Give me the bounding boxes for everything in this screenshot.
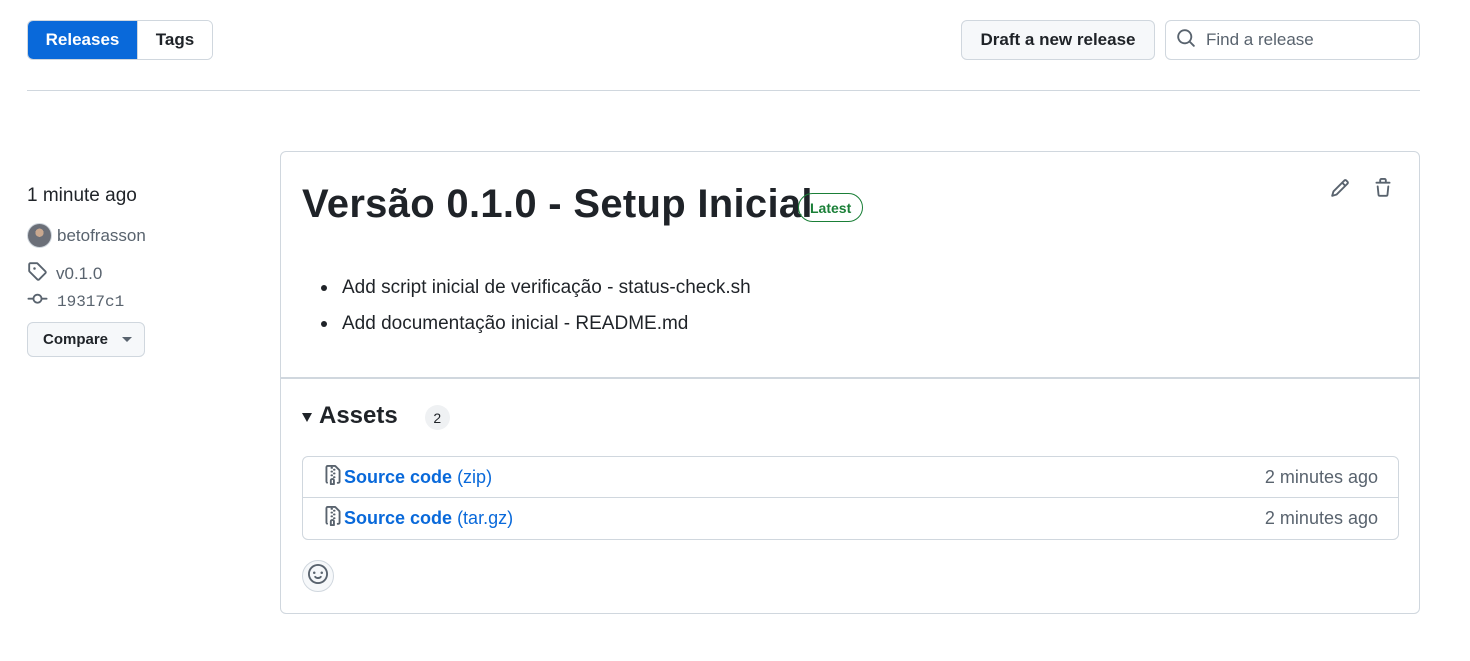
- search-icon: [1176, 28, 1196, 53]
- release-title[interactable]: Versão 0.1.0 - Setup Inicial: [302, 182, 813, 227]
- find-release-search[interactable]: [1165, 20, 1420, 60]
- list-item: Add documentação inicial - README.md: [321, 306, 751, 342]
- add-reaction-button[interactable]: [302, 560, 334, 592]
- asset-time: 2 minutes ago: [1264, 508, 1378, 528]
- compare-label: Compare: [43, 331, 109, 348]
- trash-icon[interactable]: [1373, 178, 1393, 198]
- pencil-icon[interactable]: [1330, 178, 1350, 198]
- release-card: Versão 0.1.0 - Setup Inicial Latest Add …: [280, 151, 1420, 614]
- release-notes: Add script inicial de verificação - stat…: [321, 270, 751, 342]
- asset-name: Source code: [344, 508, 453, 528]
- assets-heading: Assets: [319, 402, 398, 429]
- commit-icon: [27, 289, 57, 314]
- file-zip-icon: [323, 505, 344, 532]
- asset-ext: (tar.gz): [457, 508, 514, 528]
- asset-link-zip[interactable]: Source code (zip): [344, 467, 492, 488]
- file-zip-icon: [323, 464, 344, 491]
- release-commit[interactable]: 19317c1: [27, 289, 124, 314]
- asset-link-targz[interactable]: Source code (tar.gz): [344, 508, 513, 529]
- list-item: Source code (tar.gz) 2 minutes ago: [303, 498, 1398, 539]
- releases-tags-toggle: Releases Tags: [27, 20, 213, 60]
- asset-name: Source code: [344, 466, 453, 487]
- card-divider: [281, 377, 1419, 379]
- header-divider: [27, 90, 1420, 91]
- release-author[interactable]: betofrasson: [27, 223, 146, 248]
- commit-hash[interactable]: 19317c1: [57, 293, 124, 311]
- assets-toggle[interactable]: Assets 2: [302, 402, 450, 430]
- asset-ext: (zip): [457, 466, 493, 487]
- list-item: Add script inicial de verificação - stat…: [321, 270, 751, 306]
- tag-icon: [27, 261, 56, 286]
- assets-count-badge: 2: [424, 405, 450, 430]
- list-item: Source code (zip) 2 minutes ago: [303, 457, 1398, 498]
- release-tag[interactable]: v0.1.0: [27, 261, 102, 286]
- author-name[interactable]: betofrasson: [57, 226, 146, 246]
- latest-badge: Latest: [798, 193, 864, 222]
- compare-button[interactable]: Compare: [27, 322, 145, 357]
- search-input[interactable]: [1206, 30, 1406, 50]
- triangle-down-icon: [302, 413, 312, 422]
- release-time: 1 minute ago: [27, 185, 137, 206]
- assets-list: Source code (zip) 2 minutes ago Source c…: [302, 456, 1399, 540]
- tab-releases[interactable]: Releases: [28, 21, 137, 59]
- tab-tags[interactable]: Tags: [137, 21, 212, 59]
- asset-time: 2 minutes ago: [1264, 466, 1378, 487]
- draft-new-release-button[interactable]: Draft a new release: [961, 20, 1155, 60]
- smiley-icon: [308, 563, 328, 589]
- avatar: [27, 223, 52, 248]
- tag-label[interactable]: v0.1.0: [56, 264, 102, 284]
- chevron-down-icon: [122, 337, 133, 342]
